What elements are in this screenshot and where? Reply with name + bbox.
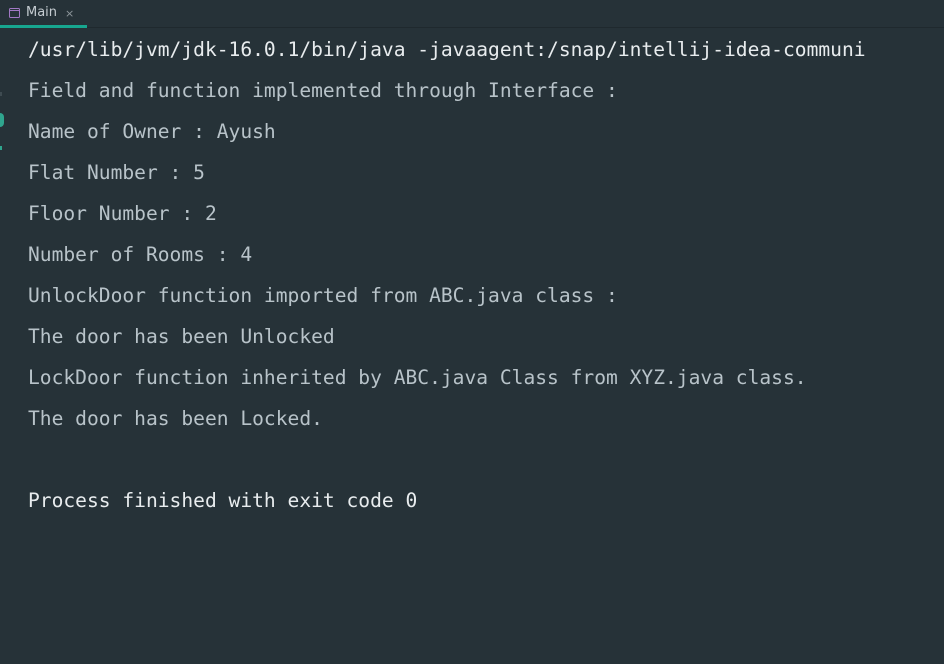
run-tool-window: Main × /usr/lib/jvm/jdk-16.0.1/bin/java …: [0, 0, 944, 664]
tab-main-label: Main: [26, 5, 58, 20]
tab-main[interactable]: Main ×: [0, 0, 87, 28]
console-command-line: /usr/lib/jvm/jdk-16.0.1/bin/java -javaag…: [28, 38, 866, 61]
gutter-marker: [0, 146, 2, 150]
console-line: UnlockDoor function imported from ABC.ja…: [28, 284, 618, 307]
process-exit-message: Process finished with exit code 0: [28, 489, 418, 512]
gutter-marker: [0, 92, 2, 96]
rerun-indicator-icon[interactable]: [0, 113, 4, 127]
console-line: Number of Rooms : 4: [28, 243, 253, 266]
console-line: Field and function implemented through I…: [28, 79, 618, 102]
console-line: LockDoor function inherited by ABC.java …: [28, 366, 807, 389]
console-line: The door has been Locked.: [28, 407, 323, 430]
console-output[interactable]: /usr/lib/jvm/jdk-16.0.1/bin/java -javaag…: [28, 29, 944, 521]
close-icon[interactable]: ×: [65, 7, 74, 20]
console-line: The door has been Unlocked: [28, 325, 335, 348]
run-tab-bar: Main ×: [0, 0, 944, 28]
console-line: Name of Owner : Ayush: [28, 120, 276, 143]
console-line: Flat Number : 5: [28, 161, 205, 184]
console-line: Floor Number : 2: [28, 202, 217, 225]
console-window-icon: [9, 8, 20, 18]
